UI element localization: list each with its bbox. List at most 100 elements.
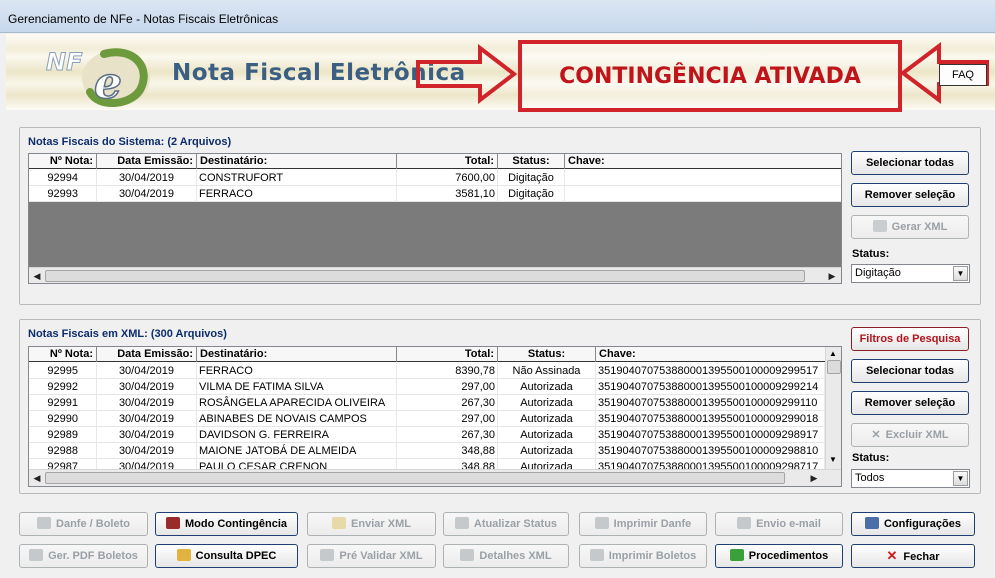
table-row[interactable]: 92993 30/04/2019 FERRACO 3581,10 Digitaç… — [29, 186, 841, 202]
contingency-banner: CONTINGÊNCIA ATIVADA — [518, 40, 902, 112]
cell-total: 3581,10 — [397, 186, 498, 202]
pre-validate-xml-button[interactable]: Pré Validar XML — [307, 544, 436, 568]
remove-selection-button[interactable]: Remover seleção — [851, 391, 969, 415]
cell-number: 92995 — [29, 363, 97, 379]
window-title: Gerenciamento de NFe - Notas Fiscais Ele… — [8, 12, 279, 26]
horizontal-scrollbar[interactable]: ◀ ▶ — [29, 469, 841, 486]
cell-status: Autorizada — [498, 443, 596, 459]
button-label: Atualizar Status — [473, 518, 558, 530]
cell-date: 30/04/2019 — [97, 186, 197, 202]
scrollbar-thumb[interactable] — [45, 270, 805, 282]
chevron-down-icon[interactable]: ▼ — [953, 266, 968, 281]
procedures-button[interactable]: Procedimentos — [715, 544, 843, 568]
cell-date: 30/04/2019 — [97, 459, 197, 469]
danfe-boleto-button[interactable]: Danfe / Boleto — [19, 512, 148, 536]
col-header-status[interactable]: Status: — [498, 154, 565, 169]
chevron-down-icon[interactable]: ▼ — [953, 471, 968, 486]
vertical-scrollbar[interactable]: ▲ ▼ — [825, 347, 841, 469]
print-boletos-button[interactable]: Imprimir Boletos — [579, 544, 707, 568]
faq-button[interactable]: FAQ — [939, 64, 987, 86]
remove-selection-button[interactable]: Remover seleção — [851, 183, 969, 207]
col-header-status[interactable]: Status: — [498, 347, 596, 362]
cell-recipient: ROSÂNGELA APARECIDA OLIVEIRA — [197, 395, 397, 411]
col-header-number[interactable]: Nº Nota: — [29, 154, 97, 169]
cell-total: 348,88 — [397, 443, 498, 459]
select-all-button[interactable]: Selecionar todas — [851, 359, 969, 383]
col-header-total[interactable]: Total: — [397, 347, 498, 362]
button-label: Pré Validar XML — [339, 550, 423, 562]
scroll-up-icon[interactable]: ▲ — [829, 349, 837, 358]
scrollbar-thumb[interactable] — [45, 472, 785, 484]
table-row[interactable]: 92990 30/04/2019 ABINABES DE NOVAIS CAMPOS… — [29, 411, 825, 427]
table-row[interactable]: 92989 30/04/2019 DAVIDSON G. FERREIRA 267,3… — [29, 427, 825, 443]
settings-button[interactable]: Configurações — [851, 512, 975, 536]
status-select[interactable]: Digitação ▼ — [851, 264, 970, 283]
table-row[interactable]: 92995 30/04/2019 FERRACO 8390,78 Não Assinad… — [29, 363, 825, 379]
arrow-up-icon — [729, 549, 744, 561]
xml-details-button[interactable]: Detalhes XML — [443, 544, 569, 568]
button-label: Enviar XML — [351, 518, 411, 530]
cell-key: 351904070753880001395500100009298810 — [596, 443, 825, 459]
cell-number: 92994 — [29, 170, 97, 186]
xml-rows: 92995 30/04/2019 FERRACO 8390,78 Não Assinad… — [29, 363, 825, 469]
horizontal-scrollbar[interactable]: ◀ ▶ — [29, 267, 841, 283]
col-header-key[interactable]: Chave: — [565, 154, 841, 169]
table-row[interactable]: 92994 30/04/2019 CONSTRUFORT 7600,00 Dig… — [29, 170, 841, 186]
search-filters-button[interactable]: Filtros de Pesquisa — [851, 327, 969, 351]
button-label: Procedimentos — [748, 550, 829, 562]
consult-dpec-button[interactable]: Consulta DPEC — [155, 544, 298, 568]
logo-letter: e — [94, 58, 122, 108]
generate-xml-button[interactable]: Gerar XML — [851, 215, 969, 239]
scroll-left-icon[interactable]: ◀ — [32, 473, 42, 483]
status-select[interactable]: Todos ▼ — [851, 469, 970, 488]
xml-notes-grid[interactable]: Nº Nota: Data Emissão: Destinatário: Tot… — [28, 346, 842, 487]
generate-pdf-boletos-button[interactable]: Ger. PDF Boletos — [19, 544, 148, 568]
col-header-recipient[interactable]: Destinatário: — [197, 347, 397, 362]
status-label: Status: — [852, 248, 890, 260]
cell-total: 267,30 — [397, 427, 498, 443]
print-danfe-button[interactable]: Imprimir Danfe — [579, 512, 707, 536]
bottom-toolbar: Danfe / Boleto Modo Contingência Enviar … — [0, 502, 995, 578]
cell-total: 297,00 — [397, 379, 498, 395]
cell-number: 92987 — [29, 459, 97, 469]
close-icon: ✕ — [871, 429, 881, 441]
send-email-button[interactable]: Envio e-mail — [715, 512, 843, 536]
close-icon: ✕ — [886, 548, 898, 563]
cell-status: Digitação — [498, 170, 565, 186]
printer-icon — [594, 517, 609, 529]
scroll-right-icon[interactable]: ▶ — [827, 271, 837, 281]
cell-date: 30/04/2019 — [97, 443, 197, 459]
col-header-number[interactable]: Nº Nota: — [29, 347, 97, 362]
button-label: Consulta DPEC — [195, 550, 277, 562]
table-row[interactable]: 92992 30/04/2019 VILMA DE FATIMA SILVA 297,… — [29, 379, 825, 395]
header-banner: NF e Nota Fiscal Eletrônica CONTINGÊNCIA… — [6, 34, 995, 112]
col-header-recipient[interactable]: Destinatário: — [197, 154, 397, 169]
col-header-key[interactable]: Chave: — [596, 347, 825, 362]
system-notes-grid[interactable]: Nº Nota: Data Emissão: Destinatário: Tot… — [28, 153, 842, 284]
delete-xml-button[interactable]: ✕ Excluir XML — [851, 423, 969, 447]
scroll-left-icon[interactable]: ◀ — [32, 271, 42, 281]
col-header-date[interactable]: Data Emissão: — [97, 347, 197, 362]
table-row[interactable]: 92991 30/04/2019 ROSÂNGELA APARECIDA OLIVE… — [29, 395, 825, 411]
scroll-down-icon[interactable]: ▼ — [829, 455, 837, 464]
button-label: Ger. PDF Boletos — [48, 550, 138, 562]
cell-key: 351904070753880001395500100009299214 — [596, 379, 825, 395]
update-status-button[interactable]: Atualizar Status — [443, 512, 569, 536]
col-header-total[interactable]: Total: — [397, 154, 498, 169]
scrollbar-thumb[interactable] — [827, 360, 841, 374]
scroll-right-icon[interactable]: ▶ — [809, 473, 819, 483]
button-label: Modo Contingência — [184, 518, 288, 530]
cell-number: 92990 — [29, 411, 97, 427]
select-all-button[interactable]: Selecionar todas — [851, 151, 969, 175]
cell-number: 92988 — [29, 443, 97, 459]
cell-key: 351904070753880001395500100009298917 — [596, 427, 825, 443]
cell-status: Autorizada — [498, 379, 596, 395]
table-row[interactable]: 92988 30/04/2019 MAIONE JATOBÁ DE ALMEIDA 3… — [29, 443, 825, 459]
col-header-date[interactable]: Data Emissão: — [97, 154, 197, 169]
window-titlebar: Gerenciamento de NFe - Notas Fiscais Ele… — [0, 0, 995, 33]
send-xml-button[interactable]: Enviar XML — [307, 512, 436, 536]
cell-date: 30/04/2019 — [97, 427, 197, 443]
close-button[interactable]: ✕ Fechar — [851, 544, 975, 568]
contingency-mode-button[interactable]: Modo Contingência — [155, 512, 298, 536]
table-row[interactable]: 92987 30/04/2019 PAULO CESAR CRENON 348,88 A… — [29, 459, 825, 469]
